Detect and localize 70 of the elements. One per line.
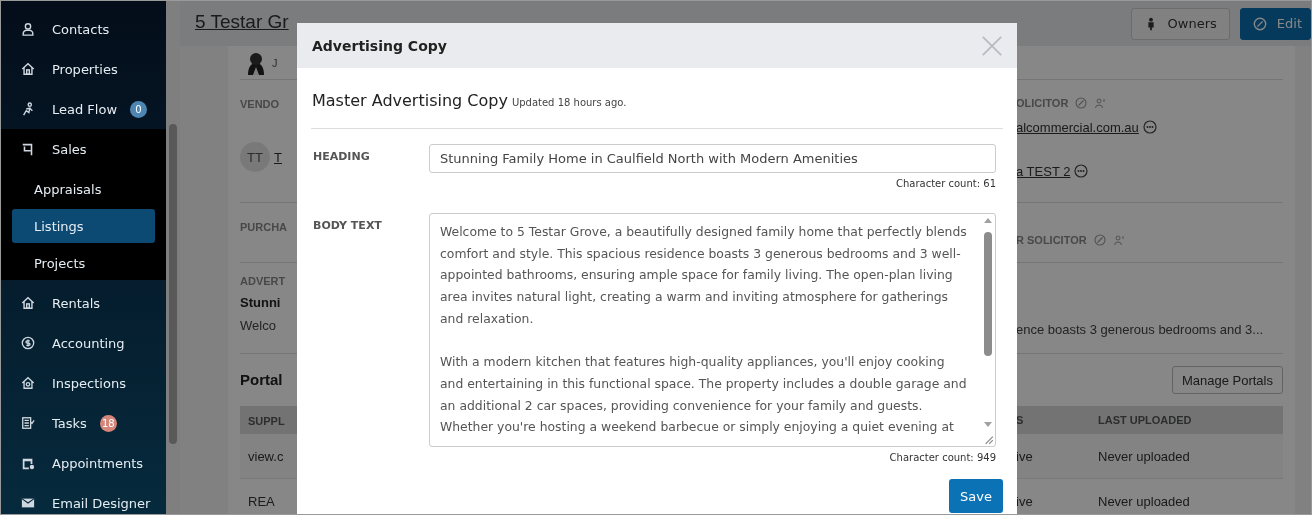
house-search-icon: [21, 376, 35, 390]
field-label: BODY TEXT: [312, 218, 383, 234]
updated-time: Updated 18 hours ago.: [511, 97, 627, 108]
table-cell: Never uploaded: [1098, 493, 1190, 509]
vendor-avatar: TT: [240, 142, 270, 172]
calendar-icon: [21, 456, 35, 470]
nav-item[interactable]: Appointments: [1, 443, 166, 483]
add-person-icon[interactable]: [1112, 233, 1125, 246]
section-title: Master Advertising Copy: [312, 91, 508, 110]
count-badge: 0: [130, 100, 148, 118]
table-cell-text: ive: [1016, 448, 1034, 464]
heading-field[interactable]: Stunning Family Home in Caulfield North with Modern Amenities: [429, 144, 996, 173]
section-label: OLICITOR: [1016, 97, 1069, 109]
section-label: PURCHA: [240, 221, 288, 233]
body-text-field[interactable]: Welcome to 5 Testar Grove, a beautifully designed family home that perfectly blends comfort and style. This spacious residence boasts 3 generous bedrooms and 3 well-appointed bathrooms, ensuring ample space for family living. The open-plan living area invites natural light, creating a warm and inviting atmosphere for gatherings and relaxation. With a modern kitchen that features high-quality appliances, you'll enjoy cooking and entertaining in this functional space. The property includes a double garage and an additional 2 car spaces, providing convenience for your family and guests. Whether you're hosting a weekend barbecue or simply enjoying a quiet evening at: [429, 213, 996, 447]
solicitor-link[interactable]: alcommercial.com.au: [1016, 119, 1139, 135]
character-count: Character count: 61: [895, 178, 996, 191]
nav-subitem[interactable]: Listings: [12, 209, 155, 243]
agent-name: J: [272, 56, 278, 69]
character-count: Character count: 949: [889, 452, 996, 465]
nav-item[interactable]: Accounting: [1, 323, 166, 363]
table-cell-text: view.c: [247, 449, 284, 464]
solicitor-link[interactable]: a TEST 2: [1016, 163, 1071, 179]
more-icon[interactable]: [1074, 164, 1089, 178]
count-badge: 18: [99, 414, 117, 432]
section-label: ADVERT: [240, 275, 287, 287]
nav-item[interactable]: Email Designer: [1, 483, 166, 514]
nav-item[interactable]: Contacts: [1, 9, 166, 49]
edit-icon[interactable]: [1093, 233, 1106, 246]
close-icon[interactable]: [981, 34, 1003, 57]
table-cell: Never uploaded: [1098, 448, 1190, 464]
column-header: SUPPL: [247, 415, 285, 427]
add-person-icon[interactable]: [1094, 97, 1107, 109]
section-label: R SOLICITOR: [1016, 233, 1087, 246]
ad-body: ence boasts 3 generous bedrooms and 3...: [1016, 322, 1265, 337]
manage-portals-button[interactable]: Manage Portals: [1171, 366, 1283, 394]
more-icon[interactable]: [1142, 120, 1157, 134]
edit-icon[interactable]: [1075, 97, 1088, 109]
person-icon: [21, 22, 35, 36]
nav-item[interactable]: Rentals: [1, 283, 166, 323]
frame-icon: [21, 142, 35, 156]
save-button[interactable]: Save: [949, 479, 1003, 513]
resize-grip-icon[interactable]: [982, 433, 994, 445]
table-cell-text: REA: [247, 494, 275, 509]
checklist-icon: [21, 416, 35, 430]
nav-item[interactable]: Lead Flow 0: [1, 89, 166, 129]
nav-item[interactable]: Tasks 18: [1, 403, 166, 443]
column-header: S: [1016, 414, 1025, 426]
ad-body: Welco: [240, 318, 277, 333]
nav-subitem[interactable]: Appraisals: [12, 172, 155, 206]
envelope-icon: [21, 496, 35, 510]
nav-item[interactable]: Properties: [1, 49, 166, 89]
section-title: Portal: [240, 371, 283, 388]
property-title[interactable]: 5 Testar Gr: [195, 10, 289, 33]
table-cell-text: ive: [1016, 493, 1034, 509]
dollar-icon: [21, 336, 35, 350]
owners-button[interactable]: Owners: [1130, 7, 1230, 40]
section-label: VENDO: [240, 98, 280, 110]
column-header: LAST UPLOADED: [1098, 414, 1192, 426]
edit-icon: [1252, 16, 1267, 31]
vendor-link[interactable]: T: [274, 149, 282, 165]
field-label: HEADING: [312, 149, 371, 165]
house-icon: [21, 62, 35, 76]
house-icon: [21, 296, 35, 310]
ad-heading: Stunni: [240, 295, 282, 310]
nav-item[interactable]: Sales: [1, 129, 166, 169]
nav-subitem[interactable]: Projects: [12, 246, 155, 280]
dialog-title: Advertising Copy: [312, 37, 447, 54]
walking-person-icon: [21, 102, 35, 116]
nav-item[interactable]: Inspections: [1, 363, 166, 403]
